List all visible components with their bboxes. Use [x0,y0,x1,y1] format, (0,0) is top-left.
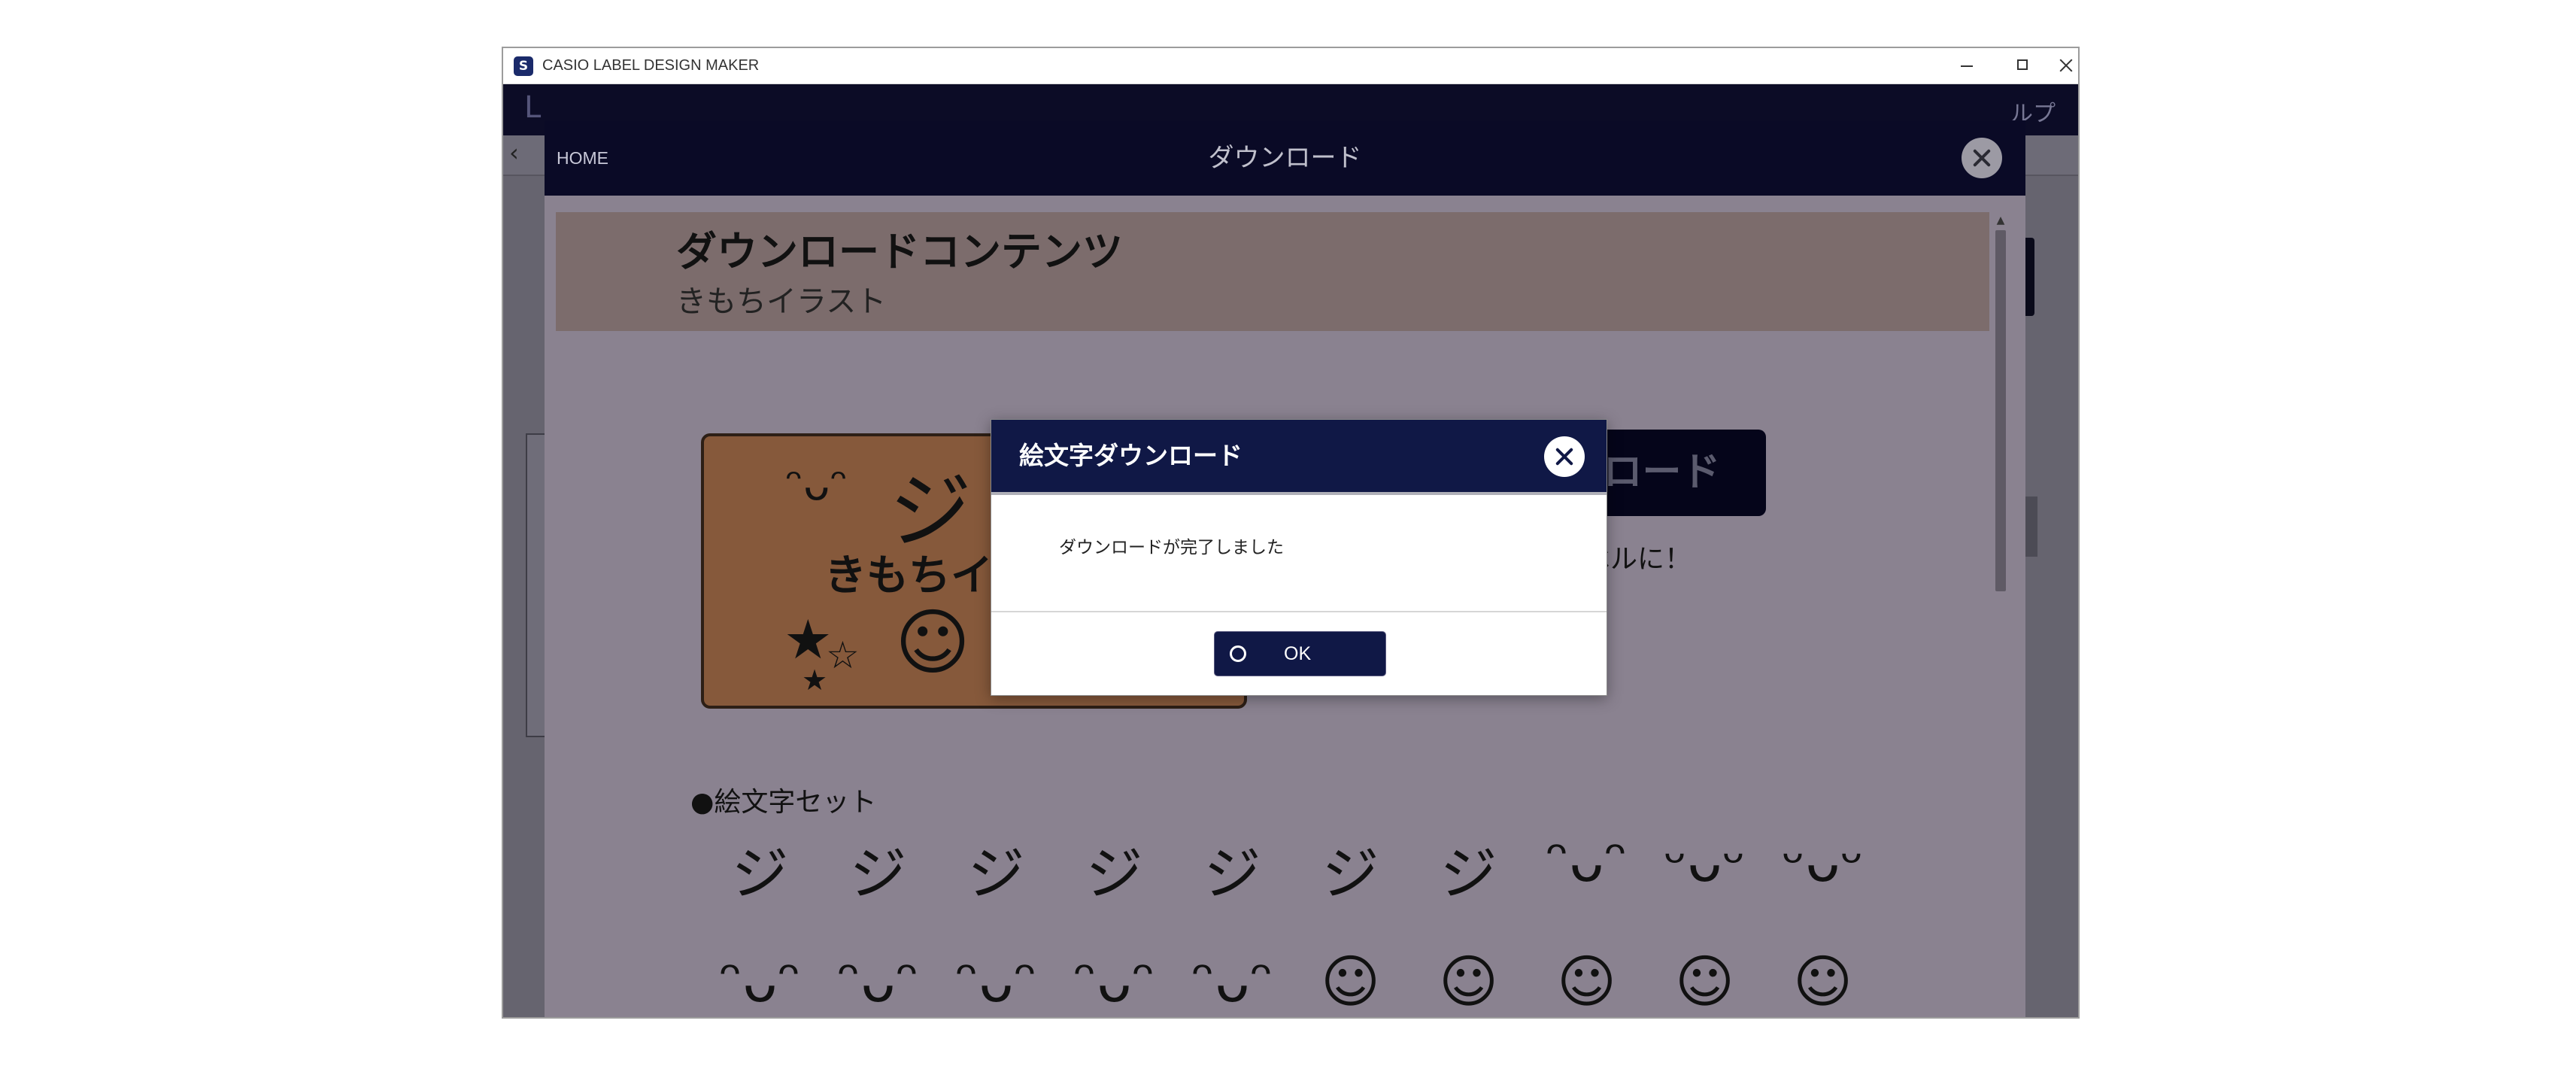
content-title: ダウンロードコンテンツ [676,228,1123,275]
emoji-item: ᵔᴗᵔ [718,948,802,1015]
dialog-close-icon[interactable] [1544,436,1585,477]
emoji-item: ジ [1203,840,1261,907]
small-star-icon: ★ [802,664,828,697]
sleepy-face-icon: ᵔᴗᵔ [785,459,848,510]
emoji-set-heading: ●絵文字セット [690,787,877,818]
emoji-item: ᵕᴗᵕ [1781,828,1864,894]
circle-icon [1230,645,1246,662]
content-banner: ダウンロードコンテンツ きもちイラスト [556,212,1989,331]
window-title: CASIO LABEL DESIGN MAKER [542,57,760,74]
emoji-item: ☺ [1438,948,1499,1015]
label-preview-text: きもちイ [824,551,993,600]
emoji-item: ᵔᴗᵔ [1073,948,1156,1015]
scroll-down-icon[interactable]: ▼ [1992,1013,2009,1017]
emoji-item: ☺ [1320,948,1381,1015]
smile-face-icon: ☺ [895,600,971,685]
app-logo-icon: S [514,56,533,76]
emoji-item: ᵔᴗᵔ [1545,828,1628,894]
emoji-item: ☺ [1674,948,1735,1015]
window-titlebar[interactable]: S CASIO LABEL DESIGN MAKER [503,48,2078,84]
scroll-up-icon[interactable]: ▲ [1992,212,2009,229]
emoji-item: ジ [1085,840,1143,907]
star-outline-icon: ☆ [826,633,860,677]
emoji-item: ᵔᴗᵔ [836,948,920,1015]
emoji-item: ジ [849,840,907,907]
dialog-header: 絵文字ダウンロード [991,420,1607,495]
scroll-thumb[interactable] [1995,230,2006,591]
dialog-divider [991,611,1607,612]
emoji-item: ジ [1321,840,1379,907]
emoji-item: ジ [1440,840,1497,907]
emoji-item: ジ [731,840,789,907]
download-modal-title: ダウンロード [1208,143,1362,173]
download-modal-header: HOME ダウンロード [545,120,2025,196]
emoji-item: ☺ [1556,948,1617,1015]
emoji-item: ジ [967,840,1025,907]
dialog-title: 絵文字ダウンロード [1019,441,1242,470]
download-complete-dialog: 絵文字ダウンロード ダウンロードが完了しました OK [991,419,1607,696]
content-scrollbar[interactable]: ▲ ▼ [1992,212,2009,1017]
minimize-icon[interactable] [1938,48,1992,84]
ok-button[interactable]: OK [1214,631,1386,676]
emoji-item: ☺ [1792,948,1853,1015]
download-modal-close-icon[interactable] [1962,138,2002,178]
content-subtitle: きもちイラスト [676,284,887,319]
maximize-icon[interactable] [1995,48,2049,84]
dialog-message: ダウンロードが完了しました [1059,538,1284,557]
window-close-icon[interactable] [2051,48,2078,84]
star-icon: ★ [784,608,833,671]
emoji-item: ᵔᴗᵔ [1191,948,1274,1015]
emoji-item: ᵔᴗᵔ [954,948,1038,1015]
background-back-icon: ‹ [509,138,519,167]
background-header-logo: L [524,90,542,125]
emoji-row: ᵔᴗᵔ ᵔᴗᵔ ᵔᴗᵔ ᵔᴗᵔ ᵔᴗᵔ ☺ ☺ ☺ ☺ ☺ [701,948,1882,1015]
emoji-item: ᵕᴗᵕ [1663,828,1746,894]
ok-button-label: OK [1284,643,1312,664]
emoji-row: ジ ジ ジ ジ ジ ジ ジ ᵔᴗᵔ ᵕᴗᵕ ᵕᴗᵕ [701,828,1882,910]
background-scrollbar [2024,497,2037,557]
